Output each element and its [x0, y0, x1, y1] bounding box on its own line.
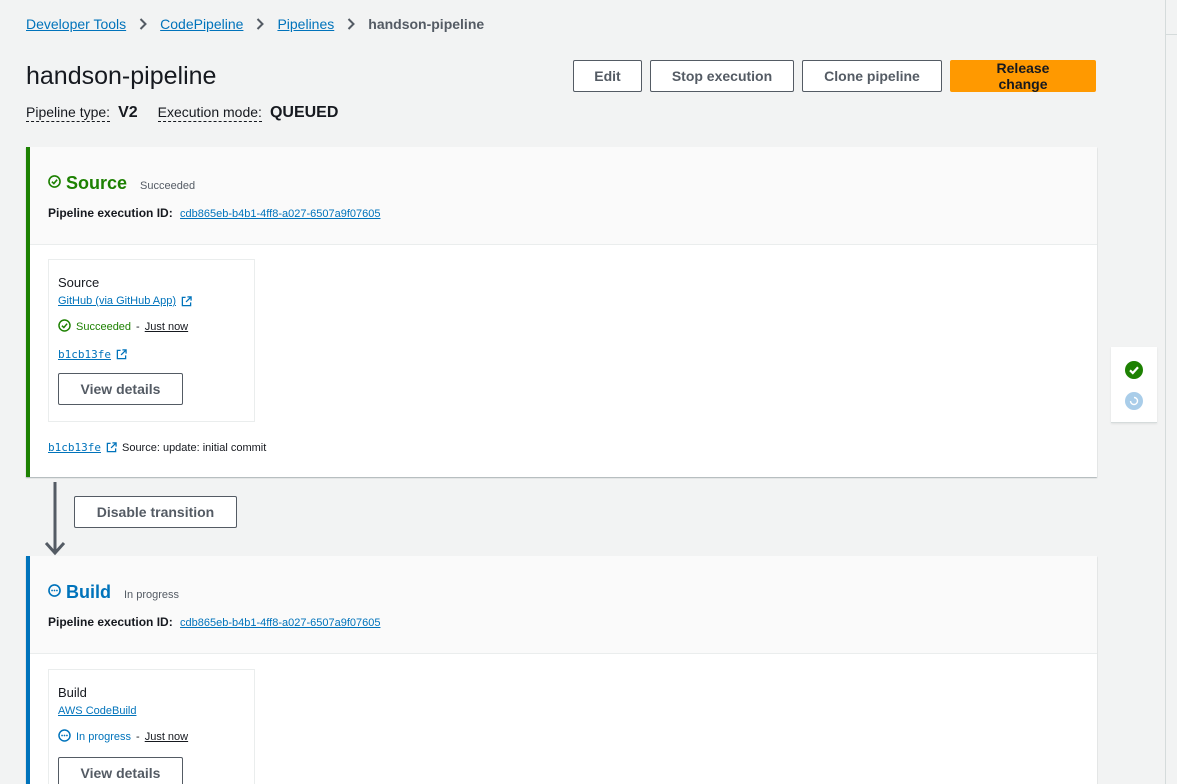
stage-status: In progress: [124, 588, 180, 601]
breadcrumb-current: handson-pipeline: [368, 16, 485, 32]
external-link-icon[interactable]: [106, 442, 117, 453]
pipeline-type-label[interactable]: Pipeline type:: [26, 104, 111, 122]
stage-commit-summary: b1cb13fe Source: update: initial commit: [48, 441, 266, 454]
external-link-icon[interactable]: [116, 349, 127, 360]
execution-id-label: Pipeline execution ID:: [48, 206, 173, 220]
execution-mode-value: QUEUED: [269, 104, 339, 121]
action-status: Succeeded: [76, 321, 132, 333]
edit-button[interactable]: Edit: [573, 60, 642, 92]
pipeline-type-value: V2: [118, 104, 138, 121]
status-time[interactable]: Just now: [145, 731, 188, 743]
commit-link[interactable]: b1cb13fe: [48, 441, 101, 454]
ellipsis-circle-icon: [58, 729, 71, 745]
view-details-button[interactable]: View details: [58, 757, 183, 784]
external-link-icon[interactable]: [181, 295, 192, 307]
stage-build: Build In progress Pipeline execution ID:…: [26, 556, 1097, 784]
execution-mode-label[interactable]: Execution mode:: [157, 104, 262, 122]
check-circle-icon[interactable]: [1125, 361, 1143, 384]
action-name: Source: [58, 275, 100, 290]
header-actions: Edit Stop execution Clone pipeline Relea…: [573, 60, 1096, 92]
commit-link[interactable]: b1cb13fe: [58, 348, 111, 361]
release-change-button[interactable]: Release change: [950, 60, 1096, 92]
check-circle-icon: [48, 174, 61, 193]
disable-transition-button[interactable]: Disable transition: [74, 496, 237, 528]
stop-execution-button[interactable]: Stop execution: [650, 60, 794, 92]
view-details-button[interactable]: View details: [58, 373, 183, 405]
down-arrow-icon: [44, 482, 66, 556]
check-circle-icon: [58, 319, 71, 335]
action-card-source: Source GitHub (via GitHub App) Succeeded…: [48, 259, 255, 422]
chevron-right-icon: [256, 18, 265, 30]
commit-message: Source: update: initial commit: [121, 441, 267, 454]
breadcrumb-pipelines[interactable]: Pipelines: [277, 16, 334, 32]
clone-pipeline-button[interactable]: Clone pipeline: [802, 60, 942, 92]
stage-source: Source Succeeded Pipeline execution ID: …: [26, 147, 1097, 477]
breadcrumb: Developer Tools CodePipeline Pipelines h…: [26, 16, 484, 32]
side-panel-border: [1165, 0, 1166, 784]
status-separator: -: [136, 731, 140, 743]
execution-id-label: Pipeline execution ID:: [48, 615, 173, 629]
stage-header: Source Succeeded Pipeline execution ID: …: [30, 147, 1097, 245]
stage-title: Build: [66, 582, 111, 602]
provider-link[interactable]: AWS CodeBuild: [58, 705, 136, 717]
execution-id-link[interactable]: cdb865eb-b4b1-4ff8-a027-6507a9f07605: [180, 208, 380, 220]
stage-status-minimap: [1111, 347, 1157, 423]
side-panel-divider: [1166, 34, 1177, 35]
stage-header: Build In progress Pipeline execution ID:…: [30, 556, 1097, 654]
action-name: Build: [58, 685, 87, 700]
stage-title: Source: [66, 173, 128, 193]
page-title: handson-pipeline: [26, 62, 217, 90]
pipeline-meta: Pipeline type: V2 Execution mode: QUEUED: [26, 104, 358, 122]
status-time[interactable]: Just now: [145, 321, 188, 333]
chevron-right-icon: [347, 18, 356, 30]
execution-id-link[interactable]: cdb865eb-b4b1-4ff8-a027-6507a9f07605: [180, 617, 380, 629]
ellipsis-circle-icon: [48, 583, 61, 602]
breadcrumb-codepipeline[interactable]: CodePipeline: [160, 16, 243, 32]
action-card-build: Build AWS CodeBuild In progress - Just n…: [48, 669, 255, 784]
status-separator: -: [136, 321, 140, 333]
breadcrumb-developer-tools[interactable]: Developer Tools: [26, 16, 126, 32]
spinner-icon[interactable]: [1125, 392, 1143, 415]
chevron-right-icon: [139, 18, 148, 30]
action-status: In progress: [76, 731, 132, 743]
stage-status: Succeeded: [140, 179, 196, 192]
provider-link[interactable]: GitHub (via GitHub App): [58, 295, 176, 307]
